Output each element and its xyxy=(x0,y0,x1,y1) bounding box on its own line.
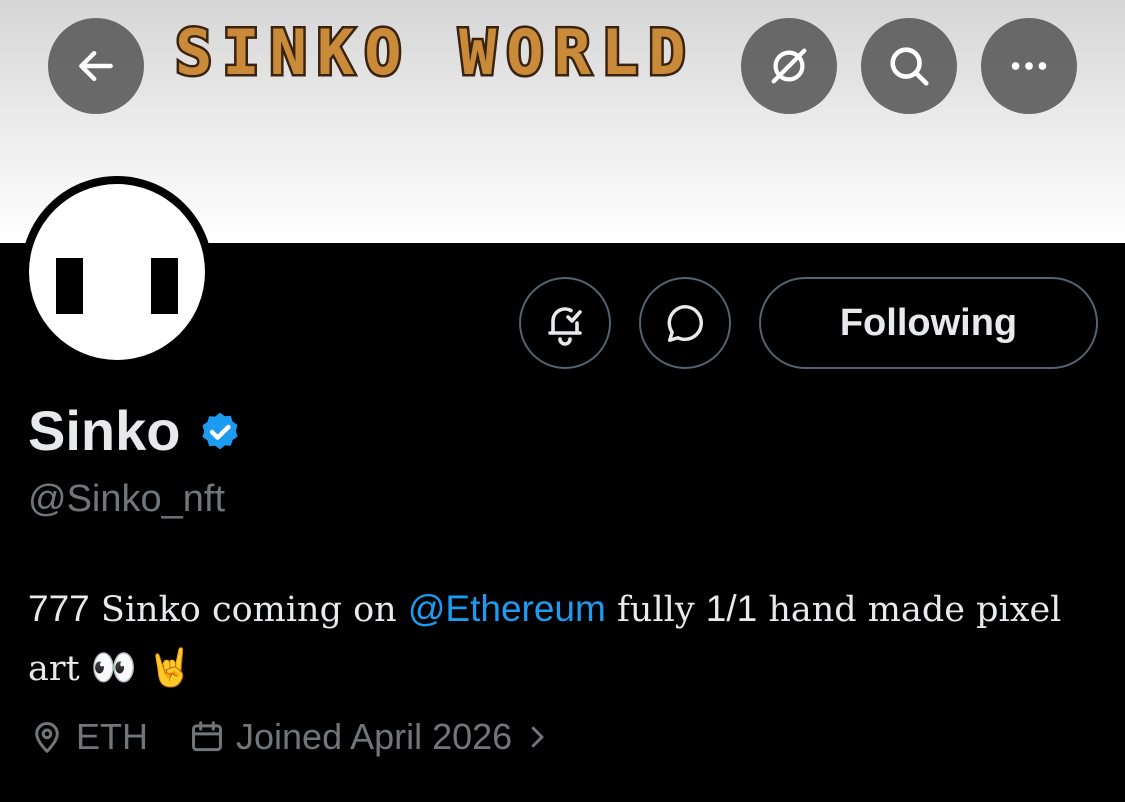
location: ETH xyxy=(28,716,148,758)
joined-date[interactable]: Joined April 2026 xyxy=(188,716,552,758)
bio: 777 Sinko coming on @Ethereum fully 1/1 … xyxy=(28,580,1098,698)
avatar-left-eye xyxy=(56,258,83,314)
following-button[interactable]: Following xyxy=(759,277,1098,369)
bio-emoji: 👀 🤘 xyxy=(90,647,194,688)
bell-check-icon xyxy=(548,307,582,346)
location-pin-icon xyxy=(35,722,59,753)
more-horizontal-icon xyxy=(1011,62,1047,70)
display-name: Sinko xyxy=(28,399,181,462)
profile-name-row: Sinko xyxy=(28,398,244,463)
arrow-left-icon xyxy=(79,50,113,82)
avatar[interactable] xyxy=(21,176,213,368)
bio-text-2: fully xyxy=(605,590,706,630)
search-button[interactable] xyxy=(861,18,957,114)
bio-ratio: 1/1 xyxy=(705,588,758,629)
banner-title-text: SINKO WORLD xyxy=(175,16,696,89)
following-label: Following xyxy=(839,301,1018,344)
handle: @Sinko_nft xyxy=(28,478,226,520)
search-icon xyxy=(890,47,929,86)
bio-count: 777 xyxy=(28,588,90,629)
bio-text-1: Sinko coming on xyxy=(89,590,408,630)
notifications-button[interactable] xyxy=(519,277,611,369)
grok-icon xyxy=(771,48,807,84)
more-button[interactable] xyxy=(981,18,1077,114)
avatar-right-eye xyxy=(151,258,178,314)
profile-meta: ETH Joined April 2026 xyxy=(28,716,552,758)
location-text: ETH xyxy=(76,716,148,757)
avatar-image xyxy=(29,184,205,360)
calendar-icon xyxy=(192,721,222,752)
chevron-right-icon xyxy=(531,726,544,748)
joined-text: Joined April 2026 xyxy=(236,716,513,757)
message-bubble-icon xyxy=(667,304,704,342)
bio-mention-link[interactable]: @Ethereum xyxy=(408,588,606,629)
verified-badge-icon[interactable] xyxy=(196,409,244,457)
message-button[interactable] xyxy=(639,277,731,369)
back-button[interactable] xyxy=(48,18,144,114)
grok-button[interactable] xyxy=(741,18,837,114)
